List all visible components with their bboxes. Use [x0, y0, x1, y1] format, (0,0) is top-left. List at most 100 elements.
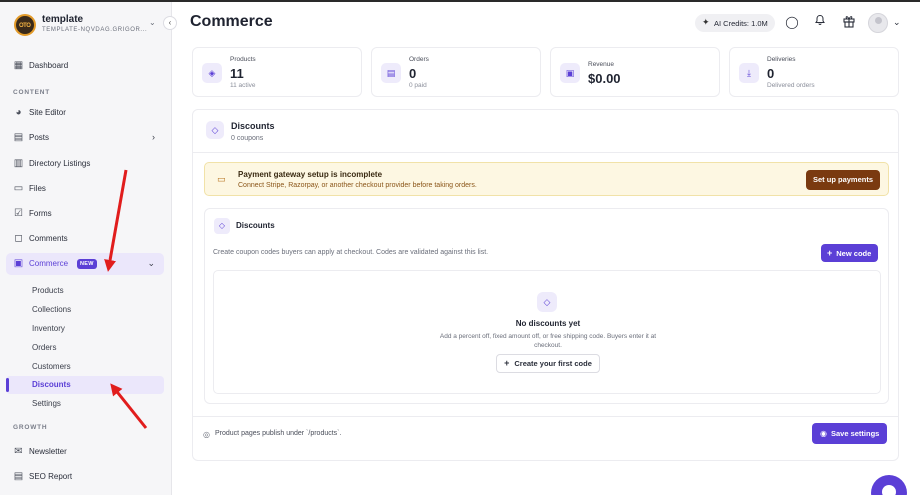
shopping-bag-icon: ▣	[560, 63, 580, 83]
sidebar-item-label: Posts	[29, 133, 50, 142]
discounts-section: ◇ Discounts Create coupon codes buyers c…	[204, 208, 889, 404]
subitem-label: Collections	[32, 305, 72, 314]
collapse-sidebar-button[interactable]: ‹	[163, 16, 177, 30]
stat-value: 0	[767, 66, 775, 81]
sidebar-item-forms[interactable]: ☑ Forms	[6, 203, 164, 225]
tag-icon: ◇	[537, 292, 557, 312]
sidebar-item-label: Directory Listings	[29, 159, 91, 168]
bell-icon[interactable]	[812, 14, 828, 30]
stat-label: Revenue	[588, 61, 615, 68]
chat-icon[interactable]: ◯	[784, 14, 800, 30]
subitem-label: Inventory	[32, 324, 65, 333]
chevron-down-icon: ⌄	[147, 258, 155, 268]
seo-report-icon: ▤	[13, 471, 24, 482]
sidebar-item-seo-report[interactable]: ▤ SEO Report	[6, 466, 164, 488]
divider	[193, 416, 898, 417]
page-title: Commerce	[190, 13, 273, 30]
panel-title: Discounts	[231, 121, 275, 131]
create-first-code-button[interactable]: + Create your first code	[496, 354, 600, 373]
workspace-switcher[interactable]: OTO template TEMPLATE-NQVDAG.GRIGOR... ⌄	[14, 12, 164, 38]
section-description: Create coupon codes buyers can apply at …	[213, 249, 489, 256]
document-icon: ▤	[13, 132, 24, 143]
subitem-label: Products	[32, 286, 64, 295]
shopping-bag-icon: ▣	[13, 258, 24, 269]
workspace-subtitle: TEMPLATE-NQVDAG.GRIGOR...	[42, 27, 148, 33]
plus-icon: +	[504, 358, 510, 368]
palette-icon: ◕	[15, 107, 22, 118]
tag-icon: ◇	[214, 218, 230, 234]
chevron-right-icon: ›	[152, 132, 155, 142]
sidebar-item-directory-listings[interactable]: ▥ Directory Listings	[6, 153, 164, 175]
section-title: Discounts	[236, 221, 275, 230]
stat-label: Deliveries	[767, 56, 796, 63]
stat-label: Products	[230, 56, 256, 63]
sidebar-item-comments[interactable]: ◻ Comments	[6, 228, 164, 250]
empty-description: Add a percent off, fixed amount off, or …	[439, 333, 657, 349]
tag-icon: ◇	[206, 121, 224, 139]
sidebar-item-commerce[interactable]: ▣ Commerce NEW ⌄	[6, 253, 164, 275]
sidebar-item-label: Files	[29, 184, 46, 193]
alert-title: Payment gateway setup is incomplete	[238, 170, 383, 179]
stat-card-revenue: ▣ Revenue $0.00	[550, 47, 720, 97]
sidebar-item-files[interactable]: ▭ Files	[6, 178, 164, 200]
panel-subtitle: 0 coupons	[231, 135, 264, 142]
create-first-code-label: Create your first code	[514, 359, 592, 368]
sidebar-item-label: SEO Report	[29, 472, 73, 481]
stat-card-orders: ▤ Orders 0 0 paid	[371, 47, 541, 97]
gift-icon[interactable]	[841, 14, 857, 30]
sidebar-item-newsletter[interactable]: ✉ Newsletter	[6, 441, 164, 463]
sidebar-item-dashboard[interactable]: ▦ Dashboard	[6, 55, 164, 77]
sidebar-subitem-customers[interactable]: Customers	[6, 358, 164, 376]
mail-icon: ✉	[14, 446, 23, 457]
sidebar-item-label: Site Editor	[29, 108, 66, 117]
magic-wand-icon: ✦	[702, 17, 710, 27]
plus-icon: +	[827, 248, 833, 258]
sidebar-item-label: Comments	[29, 234, 68, 243]
avatar[interactable]	[868, 13, 888, 33]
sidebar-item-site-editor[interactable]: ◕ Site Editor	[6, 102, 164, 124]
discounts-panel: ◇ Discounts 0 coupons ▭ Payment gateway …	[192, 109, 899, 461]
empty-title: No discounts yet	[515, 319, 581, 328]
save-settings-button[interactable]: ◉ Save settings	[812, 423, 888, 444]
stat-sub: 0 paid	[409, 82, 427, 89]
stat-card-products: ◈ Products 11 11 active	[192, 47, 362, 97]
divider	[193, 152, 898, 153]
sidebar-subitem-inventory[interactable]: Inventory	[6, 320, 164, 338]
sidebar-item-label: Dashboard	[29, 61, 69, 70]
workspace-logo: OTO	[14, 14, 36, 36]
sidebar-subitem-settings[interactable]: Settings	[6, 395, 164, 413]
new-code-button[interactable]: + New code	[821, 244, 879, 262]
dashboard-icon: ▦	[13, 60, 24, 71]
book-icon: ▥	[13, 158, 24, 169]
subitem-label: Discounts	[32, 380, 71, 389]
globe-icon: ◎	[203, 430, 210, 439]
save-settings-label: Save settings	[830, 429, 880, 438]
clipboard-check-icon: ☑	[14, 208, 23, 219]
stat-label: Orders	[409, 56, 429, 63]
subitem-label: Customers	[32, 362, 71, 371]
payment-alert: ▭ Payment gateway setup is incomplete Co…	[204, 162, 889, 196]
sidebar-item-posts[interactable]: ▤ Posts ›	[6, 127, 164, 149]
section-label-content: CONTENT	[13, 89, 51, 96]
stat-value: $0.00	[588, 71, 621, 86]
sidebar-subitem-products[interactable]: Products	[6, 282, 164, 300]
chevron-down-icon[interactable]: ⌄	[893, 17, 901, 28]
alert-message: Connect Stripe, Razorpay, or another che…	[238, 182, 477, 189]
ai-credits-badge[interactable]: ✦ AI Credits: 1.0M	[695, 14, 775, 32]
credit-card-icon: ▭	[217, 174, 226, 184]
sidebar-subitem-collections[interactable]: Collections	[6, 301, 164, 319]
chat-launcher-button[interactable]	[871, 475, 907, 495]
sidebar-subitem-orders[interactable]: Orders	[6, 339, 164, 357]
stat-sub: Delivered orders	[767, 82, 815, 89]
stat-value: 11	[230, 66, 244, 81]
folder-icon: ▭	[13, 183, 24, 194]
subitem-label: Orders	[32, 343, 57, 352]
empty-state: ◇ No discounts yet Add a percent off, fi…	[213, 270, 881, 394]
set-up-payments-button[interactable]: Set up payments	[805, 170, 880, 190]
sidebar-item-label: Forms	[29, 209, 52, 218]
box-icon: ◈	[202, 63, 222, 83]
sidebar-item-label: Commerce	[29, 259, 69, 268]
sidebar: OTO template TEMPLATE-NQVDAG.GRIGOR... ⌄…	[0, 2, 172, 495]
subitem-label: Settings	[32, 399, 61, 408]
sidebar-subitem-discounts[interactable]: Discounts	[6, 376, 164, 394]
